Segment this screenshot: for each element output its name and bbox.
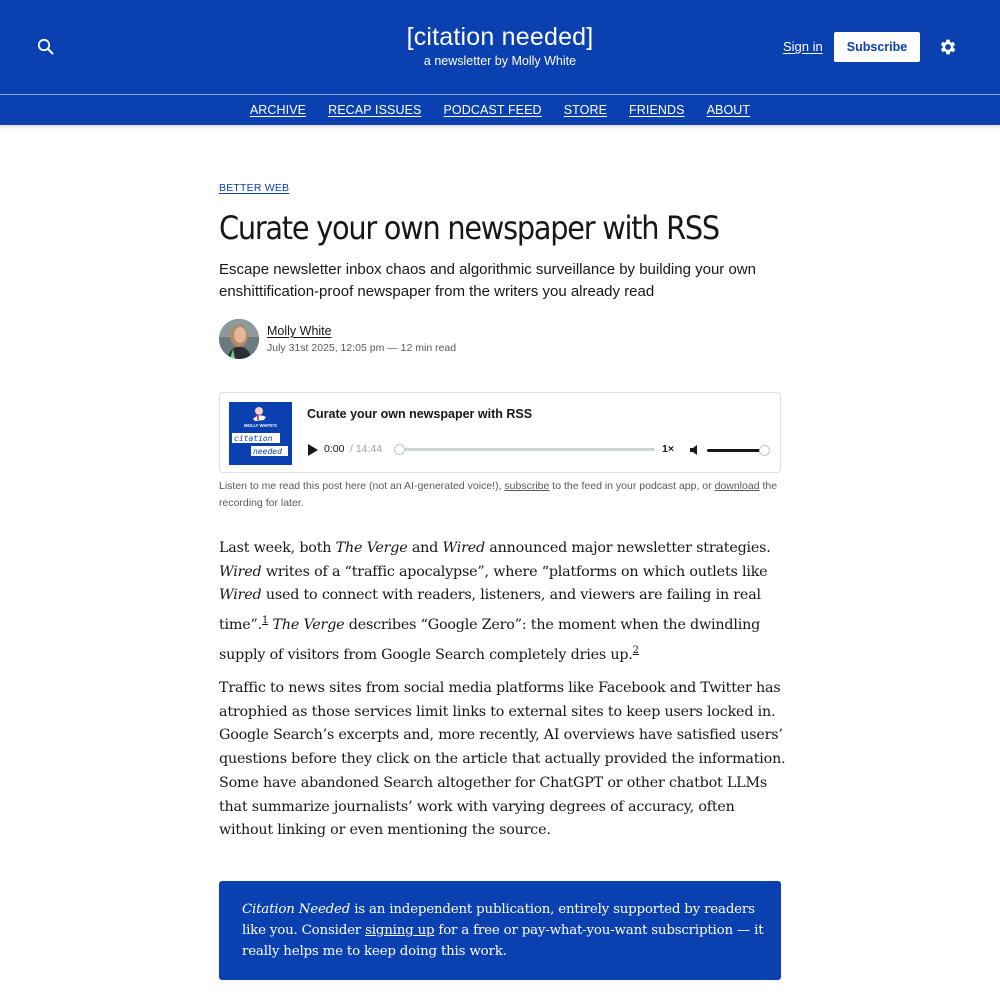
podcast-art-line2: needed [253,447,282,456]
site-header: [citation needed] a newsletter by Molly … [0,0,1000,94]
seek-slider[interactable] [394,444,655,455]
support-callout: Citation Needed is an independent public… [219,881,781,980]
seek-handle[interactable] [394,444,405,455]
support-text: Citation Needed is an independent public… [242,899,764,962]
text: Last week, both [219,540,336,556]
publication-name: Wired [219,587,262,604]
byline: Molly White July 31st 2025, 12:05 pm — 1… [219,319,781,359]
author-name[interactable]: Molly White [267,324,332,338]
nav-recap-issues[interactable]: RECAP ISSUES [328,103,421,117]
download-link[interactable]: download [715,480,760,492]
current-time: 0:00 [324,443,345,455]
text: writes of a “traffic apocalypse”, where … [261,563,768,580]
podcast-artwork: MOLLY WHITE'S citation needed [229,402,292,465]
publication-name: The Verge [272,616,345,633]
main-nav: ARCHIVE RECAP ISSUES PODCAST FEED STORE … [0,94,1000,125]
publication-name: Wired [219,563,262,580]
nav-store[interactable]: STORE [564,103,607,117]
article-excerpt: Escape newsletter inbox chaos and algori… [219,261,756,300]
podcast-art-byline: MOLLY WHITE'S [244,423,277,428]
volume-handle[interactable] [759,445,770,456]
author-avatar[interactable] [219,319,259,359]
caption-text: Listen to me read this post here (not an… [219,480,505,492]
text: and [407,540,443,556]
signing-up-link[interactable]: signing up [365,923,434,938]
caption-text: to the feed in your podcast app, or [549,480,715,492]
volume-slider[interactable] [707,445,770,456]
footnote-2-link[interactable]: 2 [633,645,639,656]
article-tag[interactable]: BETTER WEB [219,182,289,194]
gear-icon[interactable] [938,37,958,57]
publication-name: Wired [442,540,485,556]
article-title: Curate your own newspaper with RSS [219,209,720,247]
nav-podcast-feed[interactable]: PODCAST FEED [443,103,541,117]
sign-in-link[interactable]: Sign in [783,39,823,54]
podcast-art-line1: citation [234,434,273,443]
body-paragraph: Traffic to news sites from social media … [219,680,786,839]
playback-speed-button[interactable]: 1× [662,443,674,455]
nav-friends[interactable]: FRIENDS [629,103,685,117]
volume-icon[interactable] [690,444,702,456]
duration: / 14:44 [350,443,383,455]
nav-archive[interactable]: ARCHIVE [250,103,306,117]
publication-name: The Verge [335,540,408,556]
play-icon[interactable] [307,444,319,456]
article-meta: July 31st 2025, 12:05 pm — 12 min read [267,342,457,354]
subscribe-feed-link[interactable]: subscribe [504,480,549,492]
subscribe-button[interactable]: Subscribe [834,32,920,62]
body-paragraph: Last week, both The Verge and Wired anno… [219,537,789,667]
text: announced major newsletter strategies. [484,540,771,556]
audio-player: MOLLY WHITE'S citation needed Curate you… [219,392,781,473]
player-title: Curate your own newspaper with RSS [307,407,533,421]
publication-name: Citation Needed [242,902,351,917]
player-caption: Listen to me read this post here (not an… [219,478,781,512]
nav-about[interactable]: ABOUT [707,103,751,117]
